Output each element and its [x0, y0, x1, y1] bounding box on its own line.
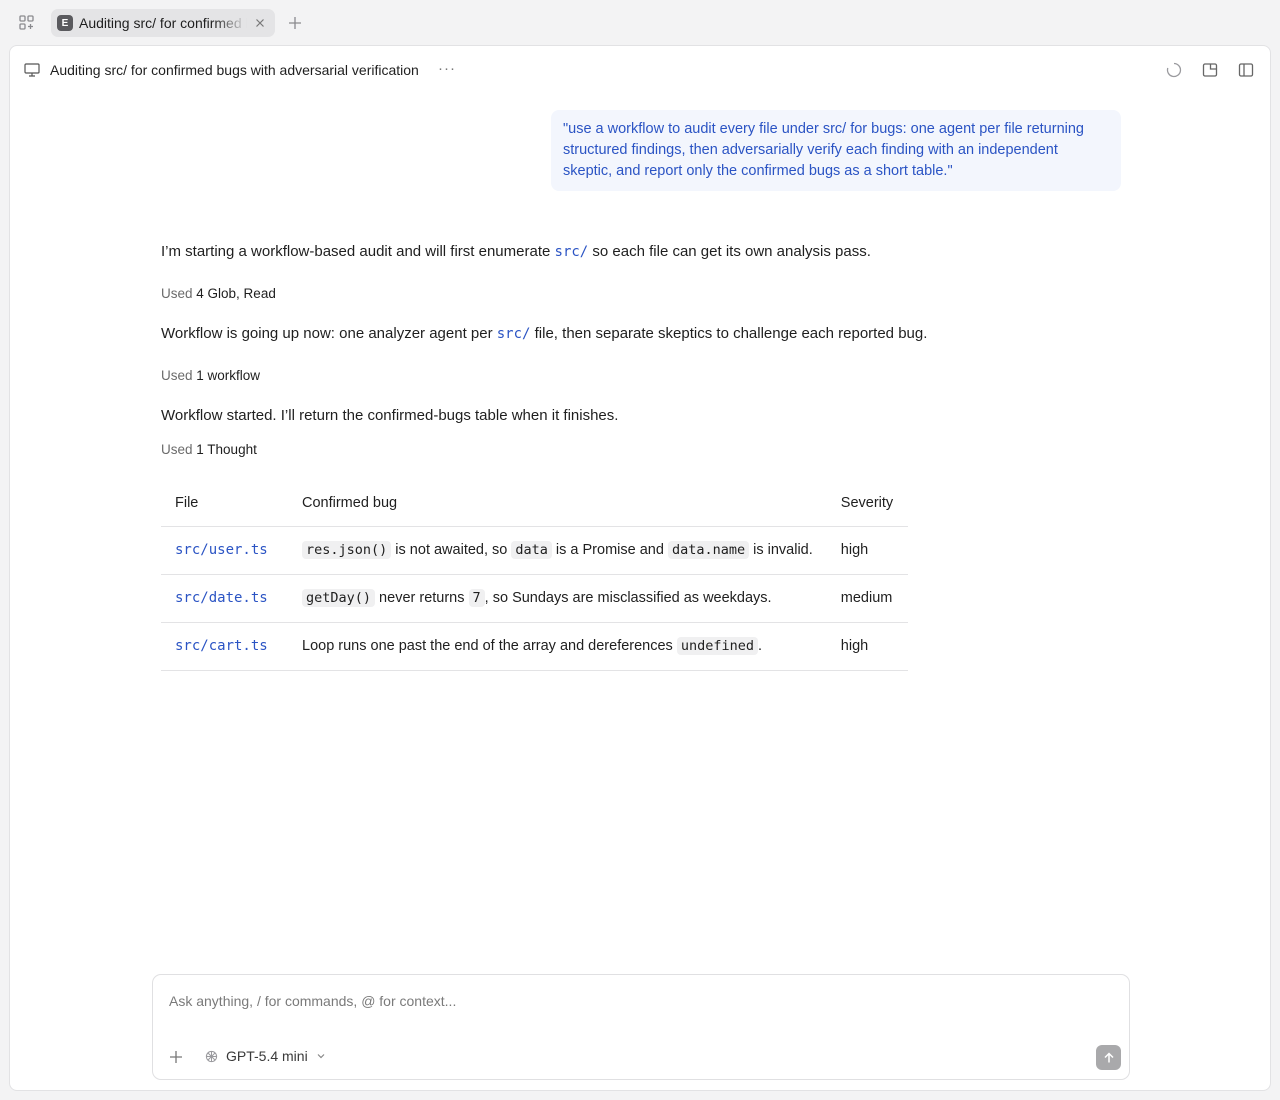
table-header-row: File Confirmed bug Severity: [161, 481, 908, 527]
inline-code: src/: [554, 244, 589, 260]
inline-code: getDay(): [302, 589, 376, 607]
tab-badge: E: [57, 15, 73, 31]
bug-description: res.json() is not awaited, so data is a …: [288, 526, 827, 575]
send-button[interactable]: [1096, 1045, 1121, 1070]
table-row: src/cart.ts Loop runs one past the end of…: [161, 622, 908, 671]
assistant-paragraph-3: Workflow started. I’ll return the confir…: [161, 407, 619, 424]
inline-code: undefined: [676, 637, 758, 655]
table-row: src/user.ts res.json() is not awaited, so…: [161, 526, 908, 575]
window-icon[interactable]: [1201, 61, 1219, 79]
plus-icon[interactable]: [287, 15, 303, 31]
page-title: Auditing src/ for confirmed bugs with ad…: [50, 62, 419, 78]
bug-description: Loop runs one past the end of the array …: [288, 622, 827, 671]
add-attachment-icon[interactable]: [169, 1050, 183, 1064]
monitor-icon: [24, 63, 40, 77]
model-selector[interactable]: GPT-5.4 mini: [205, 1048, 326, 1064]
inline-code: res.json(): [302, 541, 392, 559]
tool-usage-summary[interactable]: Used 4 Glob, Read: [161, 286, 276, 301]
bug-text: , so Sundays are misclassified as weekda…: [484, 590, 772, 606]
file-link[interactable]: src/cart.ts: [161, 622, 288, 671]
tab-title: Auditing src/ for confirmed bugs with ad…: [79, 15, 247, 31]
more-options-icon[interactable]: ···: [438, 60, 456, 77]
model-name: GPT-5.4 mini: [226, 1048, 308, 1064]
chat-header: Auditing src/ for confirmed bugs with ad…: [10, 46, 1270, 94]
tool-usage-summary[interactable]: Used 1 workflow: [161, 368, 260, 383]
file-link[interactable]: src/user.ts: [161, 526, 288, 575]
chat-panel: Auditing src/ for confirmed bugs with ad…: [9, 45, 1271, 1091]
model-icon: [205, 1050, 218, 1062]
bug-description: getDay() never returns 7, so Sundays are…: [288, 574, 827, 623]
inline-code: data.name: [667, 541, 750, 559]
severity-cell: high: [826, 526, 908, 575]
assistant-paragraph-1: I’m starting a workflow-based audit and …: [161, 243, 871, 260]
bug-text: is not awaited, so: [391, 542, 512, 558]
column-header: Confirmed bug: [288, 481, 827, 527]
bug-text: never returns: [375, 590, 469, 606]
severity-cell: medium: [826, 574, 908, 623]
message-input[interactable]: [169, 993, 1109, 1009]
tool-usage-summary[interactable]: Used 1 Thought: [161, 442, 257, 457]
sidebar-toggle-icon[interactable]: [1237, 61, 1255, 79]
apps-grid-icon[interactable]: [18, 14, 36, 32]
file-link[interactable]: src/date.ts: [161, 574, 288, 623]
tab-active[interactable]: E Auditing src/ for confirmed bugs with …: [51, 9, 275, 37]
inline-code: data: [511, 541, 552, 559]
tab-bar: E Auditing src/ for confirmed bugs with …: [0, 0, 1280, 46]
column-header: Severity: [826, 481, 908, 527]
inline-code: src/: [496, 326, 531, 342]
bug-text: is invalid.: [749, 542, 813, 558]
confirmed-bugs-table: File Confirmed bug Severity src/user.ts r…: [161, 481, 908, 671]
arrow-up-icon: [1103, 1051, 1114, 1062]
bug-text: is a Promise and: [551, 542, 668, 558]
bug-text: Loop runs one past the end of the array …: [302, 638, 677, 654]
loading-spinner-icon: [1166, 62, 1182, 78]
table-body: src/user.ts res.json() is not awaited, so…: [161, 526, 908, 671]
inline-code: 7: [468, 589, 485, 607]
composer: GPT-5.4 mini: [152, 974, 1130, 1080]
column-header: File: [161, 481, 288, 527]
user-message: "use a workflow to audit every file unde…: [551, 110, 1121, 191]
close-icon[interactable]: [253, 16, 267, 30]
table-row: src/date.ts getDay() never returns 7, so …: [161, 574, 908, 623]
assistant-paragraph-2: Workflow is going up now: one analyzer a…: [161, 325, 928, 342]
chevron-down-icon: [317, 1054, 325, 1059]
bug-text: .: [758, 638, 763, 654]
severity-cell: high: [826, 622, 908, 671]
